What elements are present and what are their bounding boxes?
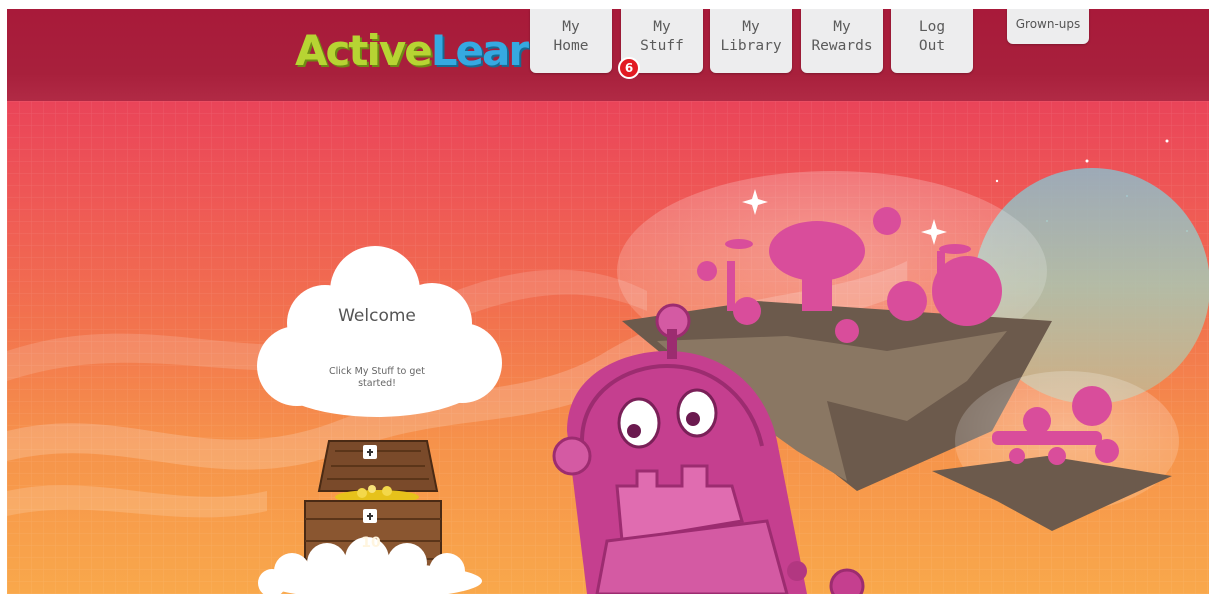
welcome-title: Welcome	[338, 306, 416, 326]
nav-label-line2: Out	[918, 38, 946, 54]
my-stuff-notification-badge[interactable]: 6	[618, 57, 640, 79]
nav-label-line2: Stuff	[640, 38, 684, 54]
nav-label-line1: Log	[918, 19, 946, 35]
nav-label-line2: Rewards	[811, 38, 873, 54]
logo-text-active: Active	[295, 26, 433, 75]
nav-log-out-button[interactable]: Log Out	[891, 9, 973, 73]
welcome-message: Click My Stuff to get started!	[329, 366, 425, 389]
app-frame: ActiveLearn My Home My Stuff My Library …	[7, 9, 1209, 594]
nav-my-home-button[interactable]: My Home	[530, 9, 612, 73]
nav-my-library-button[interactable]: My Library	[710, 9, 792, 73]
activelearn-logo[interactable]: ActiveLearn	[295, 23, 557, 79]
nav-my-rewards-button[interactable]: My Rewards	[801, 9, 883, 73]
nav-label-line2: Library	[720, 38, 782, 54]
scene-illustration	[7, 101, 1209, 594]
nav-label-line1: My	[742, 19, 760, 35]
nav-label-line1: My	[562, 19, 580, 35]
chest-coin-count: 10	[361, 535, 381, 551]
header-bar: ActiveLearn My Home My Stuff My Library …	[7, 9, 1209, 101]
nav-label-line1: My	[833, 19, 851, 35]
grown-ups-button[interactable]: Grown-ups	[1007, 9, 1089, 44]
nav-label-line2: Home	[553, 38, 589, 54]
home-scene: Welcome Click My Stuff to get started! 1…	[7, 101, 1209, 594]
nav-label-line1: My	[653, 19, 671, 35]
